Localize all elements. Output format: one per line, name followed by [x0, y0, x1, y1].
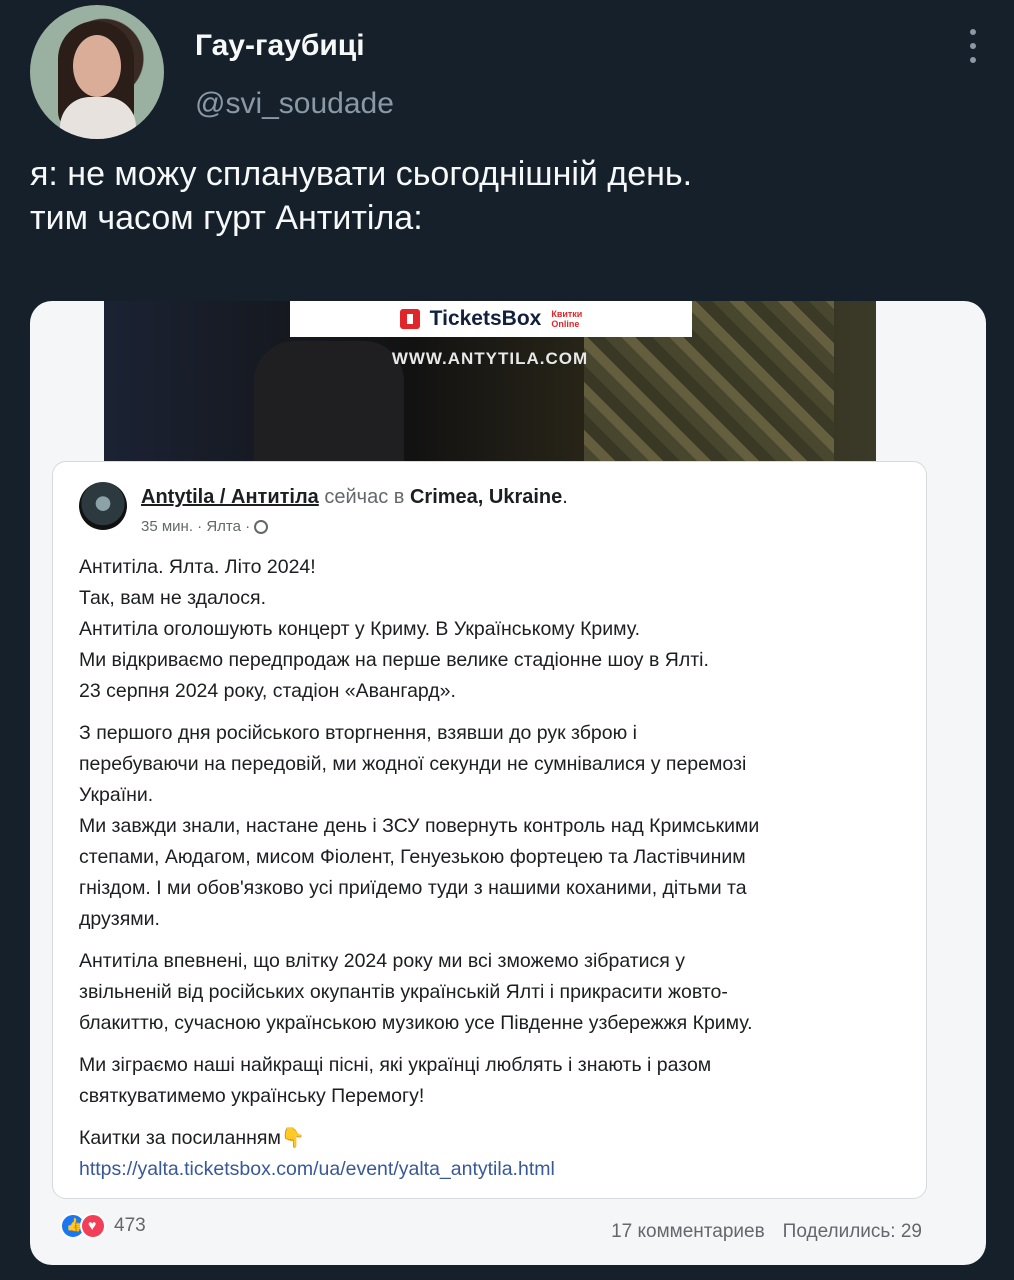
- globe-icon: [254, 519, 269, 534]
- ticketsbox-name: TicketsBox: [429, 307, 542, 330]
- post-author-line: Antytila / Антитіла сейчас в Crimea, Ukr…: [141, 486, 568, 509]
- post-line: Антитіла. Ялта. Літо 2024!: [79, 556, 316, 578]
- post-line: Ми зіграємо наші найкращі пісні, які укр…: [79, 1054, 712, 1076]
- tickets-label: Каитки за посиланням👇: [79, 1127, 306, 1149]
- post-paragraph: Каитки за посиланням👇 https://yalta.tick…: [79, 1123, 909, 1185]
- post-body: Антитіла. Ялта. Літо 2024! Так, вам не з…: [79, 552, 909, 1196]
- page-name-link[interactable]: Antytila / Антитіла: [141, 486, 319, 508]
- post-line: Так, вам не здалося.: [79, 587, 266, 609]
- post-action: сейчас в: [324, 486, 405, 508]
- post-line: 23 серпня 2024 року, стадіон «Авангард».: [79, 680, 456, 702]
- reactions-count: 473: [114, 1215, 146, 1236]
- display-name[interactable]: Гау-гаубиці: [195, 29, 365, 63]
- tweet-media-image[interactable]: TicketsBox Квитки Online WWW.ANTYTILA.CO…: [30, 301, 986, 1265]
- ticketsbox-logo: TicketsBox Квитки Online: [290, 301, 692, 337]
- post-line: Ми завжди знали, настане день і ЗСУ пове…: [79, 815, 760, 837]
- post-paragraph: З першого дня російського вторгнення, вз…: [79, 718, 909, 935]
- user-avatar[interactable]: [30, 5, 164, 139]
- post-line: друзями.: [79, 908, 160, 930]
- user-handle[interactable]: @svi_soudade: [195, 87, 394, 121]
- shares-count[interactable]: Поделились: 29: [783, 1221, 922, 1243]
- post-line: степами, Аюдагом, мисом Фіолент, Генуезь…: [79, 846, 746, 868]
- tweet-text-line: тим часом гурт Антитіла:: [30, 199, 423, 237]
- avatar-face: [73, 35, 121, 97]
- tickets-link[interactable]: https://yalta.ticketsbox.com/ua/event/ya…: [79, 1154, 909, 1185]
- tweet-text: я: не можу спланувати сьогоднішній день.…: [30, 152, 980, 240]
- post-stats: 17 комментариев Поделились: 29: [611, 1221, 922, 1243]
- post-line: перебуваючи на передовій, ми жодної секу…: [79, 753, 747, 775]
- tweet-text-line: я: не можу спланувати сьогоднішній день.: [30, 155, 693, 193]
- avatar-body: [60, 97, 136, 139]
- facebook-post-card: Antytila / Антитіла сейчас в Crimea, Ukr…: [52, 461, 927, 1199]
- comments-count[interactable]: 17 комментариев: [611, 1221, 765, 1243]
- post-line: України.: [79, 784, 154, 806]
- post-line: Ми відкриваємо передпродаж на перше вели…: [79, 649, 709, 671]
- post-line: звільненій від російських окупантів укра…: [79, 981, 728, 1003]
- reactions-summary[interactable]: 473: [60, 1213, 146, 1239]
- tweet-header: Гау-гаубиці @svi_soudade: [30, 5, 990, 140]
- post-location[interactable]: Crimea, Ukraine: [410, 486, 562, 508]
- post-location-suffix: .: [562, 486, 568, 508]
- ticketsbox-sub: Квитки Online: [551, 309, 583, 329]
- post-line: З першого дня російського вторгнення, вз…: [79, 722, 637, 744]
- post-paragraph: Антитіла впевнені, що влітку 2024 року м…: [79, 946, 909, 1039]
- more-options-icon[interactable]: [966, 29, 980, 63]
- post-paragraph: Антитіла. Ялта. Літо 2024! Так, вам не з…: [79, 552, 909, 707]
- post-line: блакиттю, сучасною українською музикою у…: [79, 1012, 753, 1034]
- banner-url: WWW.ANTYTILA.COM: [391, 349, 589, 368]
- post-paragraph: Ми зіграємо наші найкращі пісні, які укр…: [79, 1050, 909, 1112]
- post-time-place[interactable]: 35 мин. · Ялта ·: [141, 518, 250, 535]
- post-line: гніздом. І ми обов'язково усі приїдемо т…: [79, 877, 747, 899]
- page-avatar[interactable]: [79, 482, 127, 530]
- post-line: святкуватимемо українську Перемогу!: [79, 1085, 425, 1107]
- concert-banner: TicketsBox Квитки Online WWW.ANTYTILA.CO…: [104, 301, 876, 461]
- ticketsbox-icon: [399, 309, 420, 329]
- post-line: Антитіла впевнені, що влітку 2024 року м…: [79, 950, 686, 972]
- love-reaction-icon: [80, 1213, 106, 1239]
- post-line: Антитіла оголошують концерт у Криму. В У…: [79, 618, 641, 640]
- post-meta: 35 мин. · Ялта ·: [141, 518, 269, 535]
